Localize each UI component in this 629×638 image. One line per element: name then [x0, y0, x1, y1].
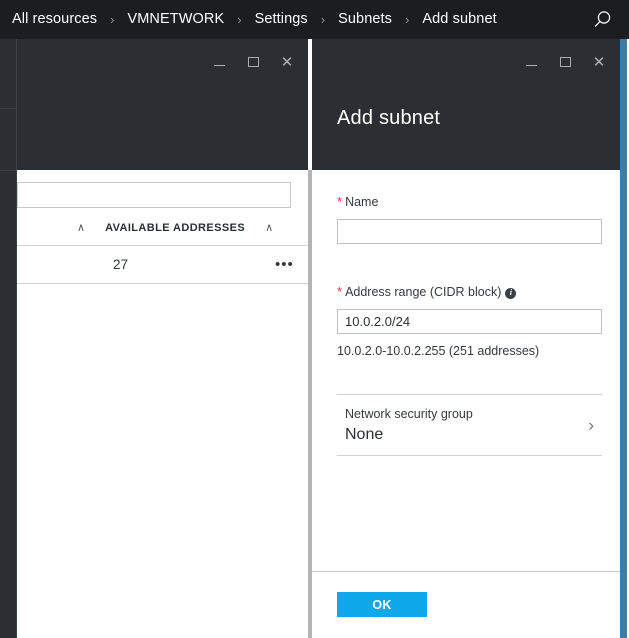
breadcrumb-all-resources[interactable]: All resources	[8, 12, 101, 27]
subnets-blade-header: ✕	[17, 39, 308, 170]
breadcrumb-settings[interactable]: Settings	[251, 12, 312, 27]
minimize-icon	[525, 65, 537, 66]
close-button[interactable]: ✕	[270, 49, 304, 75]
address-range-field-label: * Address range (CIDR block) i	[337, 284, 620, 300]
network-security-group-label: Network security group	[345, 407, 473, 421]
minimize-icon	[213, 65, 225, 66]
subnets-search-input[interactable]	[17, 182, 291, 208]
maximize-icon	[247, 57, 259, 67]
add-subnet-blade-header: ✕ Add subnet	[312, 39, 620, 170]
close-icon: ✕	[592, 53, 606, 71]
name-input[interactable]	[337, 219, 602, 244]
required-marker: *	[337, 284, 343, 299]
address-range-label-text: Address range (CIDR block)	[345, 285, 502, 299]
maximize-icon	[559, 57, 571, 67]
table-row-divider	[17, 283, 308, 284]
required-marker: *	[337, 194, 343, 209]
page-title: Add subnet	[337, 107, 441, 129]
subnets-blade: ✕ ∧ AVAILABLE ADDRESSES ∧ 27 •••	[17, 39, 308, 638]
search-button[interactable]	[575, 0, 629, 39]
maximize-button[interactable]	[236, 49, 270, 75]
subnets-window-controls: ✕	[202, 49, 304, 75]
breadcrumb-bar: All resources › VMNETWORK › Settings › S…	[0, 0, 629, 39]
footer-divider	[312, 571, 620, 572]
name-field-label: * Name	[337, 194, 620, 210]
close-icon: ✕	[280, 53, 294, 71]
column-header-available-addresses[interactable]: AVAILABLE ADDRESSES	[105, 222, 245, 234]
add-subnet-blade: ✕ Add subnet * Name * Address range (CIDR …	[312, 39, 620, 638]
cell-available-addresses: 27	[113, 257, 129, 272]
blade-edge-accent	[620, 39, 627, 638]
close-button[interactable]: ✕	[582, 49, 616, 75]
name-label-text: Name	[345, 195, 379, 209]
breadcrumb-subnets[interactable]: Subnets	[334, 12, 396, 27]
row-context-menu-button[interactable]: •••	[275, 257, 294, 272]
add-subnet-window-controls: ✕	[514, 49, 616, 75]
minimize-button[interactable]	[202, 49, 236, 75]
breadcrumb-separator: ›	[110, 12, 115, 27]
add-subnet-form: * Name * Address range (CIDR block) i 10.0.…	[312, 170, 620, 457]
sort-caret-left-icon[interactable]: ∧	[77, 222, 85, 234]
sort-caret-right-icon[interactable]: ∧	[265, 222, 273, 234]
chevron-right-icon: ›	[588, 415, 594, 435]
breadcrumb-separator: ›	[320, 12, 326, 27]
search-icon	[594, 10, 611, 27]
network-security-group-picker[interactable]: Network security group None ›	[337, 394, 602, 457]
minimize-button[interactable]	[514, 49, 548, 75]
table-row[interactable]: 27 •••	[17, 246, 308, 283]
address-range-input[interactable]	[337, 309, 602, 334]
breadcrumb-add-subnet[interactable]: Add subnet	[418, 12, 500, 27]
ok-button[interactable]: OK	[337, 592, 427, 617]
sliver-divider	[0, 108, 17, 109]
maximize-button[interactable]	[548, 49, 582, 75]
info-icon[interactable]: i	[505, 287, 517, 299]
network-security-group-value: None	[345, 426, 384, 444]
background-blade-sliver[interactable]	[0, 39, 17, 638]
breadcrumb-separator: ›	[237, 12, 242, 27]
breadcrumb-separator: ›	[405, 12, 410, 27]
sliver-divider	[0, 170, 17, 171]
breadcrumb-vmnetwork[interactable]: VMNETWORK	[123, 12, 228, 27]
subnets-table-header: ∧ AVAILABLE ADDRESSES ∧	[17, 217, 308, 239]
address-range-helper-text: 10.0.2.0-10.0.2.255 (251 addresses)	[337, 344, 540, 358]
